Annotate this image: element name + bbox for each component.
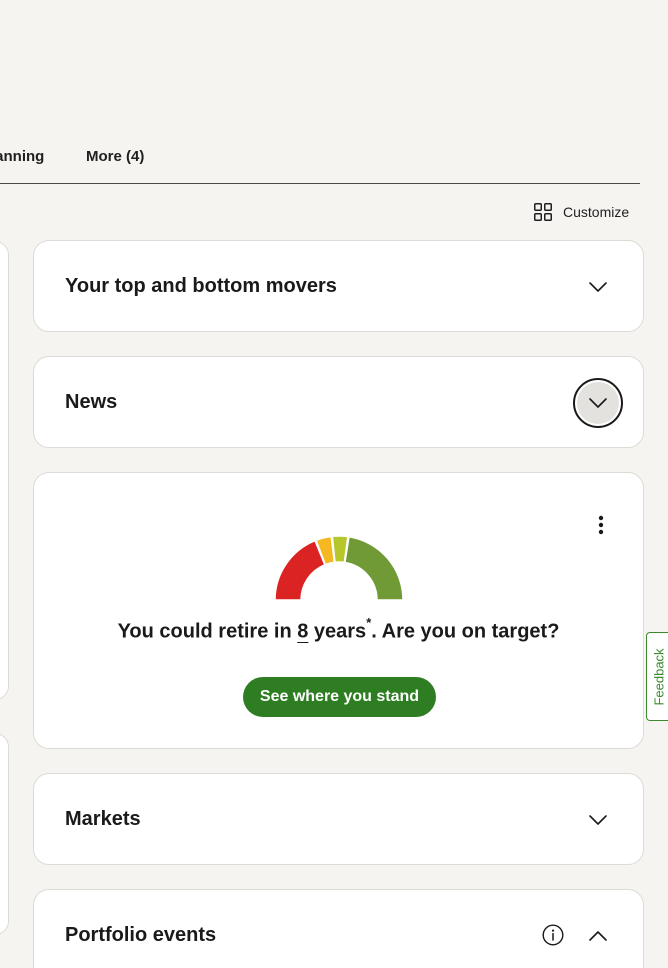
chevron-up-icon xyxy=(589,931,607,941)
expand-movers-button[interactable] xyxy=(573,262,623,312)
markets-card: Markets xyxy=(33,773,644,865)
tab-planning[interactable]: Planning xyxy=(0,148,44,165)
retirement-gauge xyxy=(274,535,404,601)
feedback-tab[interactable]: Feedback xyxy=(646,632,668,721)
customize-label: Customize xyxy=(563,204,630,220)
card-title: News xyxy=(65,391,118,413)
feedback-label: Feedback xyxy=(651,647,666,706)
collapse-portfolio-events-button[interactable] xyxy=(573,911,623,961)
retirement-card: You could retire in 8 years*. Are you on… xyxy=(33,472,644,749)
dashboard-page: Planning More (4) Customize Your top and… xyxy=(0,0,668,968)
grid-icon xyxy=(534,203,552,221)
left-column-card xyxy=(0,733,9,935)
retirement-message: You could retire in 8 years*. Are you on… xyxy=(34,615,643,644)
retire-text-before: You could retire in xyxy=(117,620,292,643)
chevron-down-icon xyxy=(589,815,607,825)
gauge-segment xyxy=(344,535,404,601)
kebab-menu-icon[interactable] xyxy=(589,513,613,537)
years-value-link[interactable]: 8 xyxy=(297,621,308,643)
chevron-down-icon xyxy=(589,398,607,408)
card-title: Portfolio events xyxy=(65,924,217,946)
top-bottom-movers-card: Your top and bottom movers xyxy=(33,240,644,332)
news-card: News xyxy=(33,356,644,448)
tab-bar: Planning More (4) xyxy=(0,140,640,184)
left-column-card xyxy=(0,241,9,700)
portfolio-events-card: Portfolio events xyxy=(33,889,644,968)
footnote-mark: * xyxy=(366,615,372,630)
tab-more[interactable]: More (4) xyxy=(86,148,144,165)
chevron-down-icon xyxy=(589,282,607,292)
expand-markets-button[interactable] xyxy=(573,795,623,845)
see-where-you-stand-button[interactable]: See where you stand xyxy=(243,677,436,717)
customize-button[interactable]: Customize xyxy=(534,202,629,222)
retire-text-after: . Are you on target? xyxy=(371,620,560,643)
expand-news-button[interactable] xyxy=(573,378,623,428)
card-title: Markets xyxy=(65,808,141,830)
card-title: Your top and bottom movers xyxy=(65,275,337,297)
years-unit: years xyxy=(313,620,367,643)
info-icon[interactable] xyxy=(542,924,564,946)
gauge-segment xyxy=(274,539,326,601)
